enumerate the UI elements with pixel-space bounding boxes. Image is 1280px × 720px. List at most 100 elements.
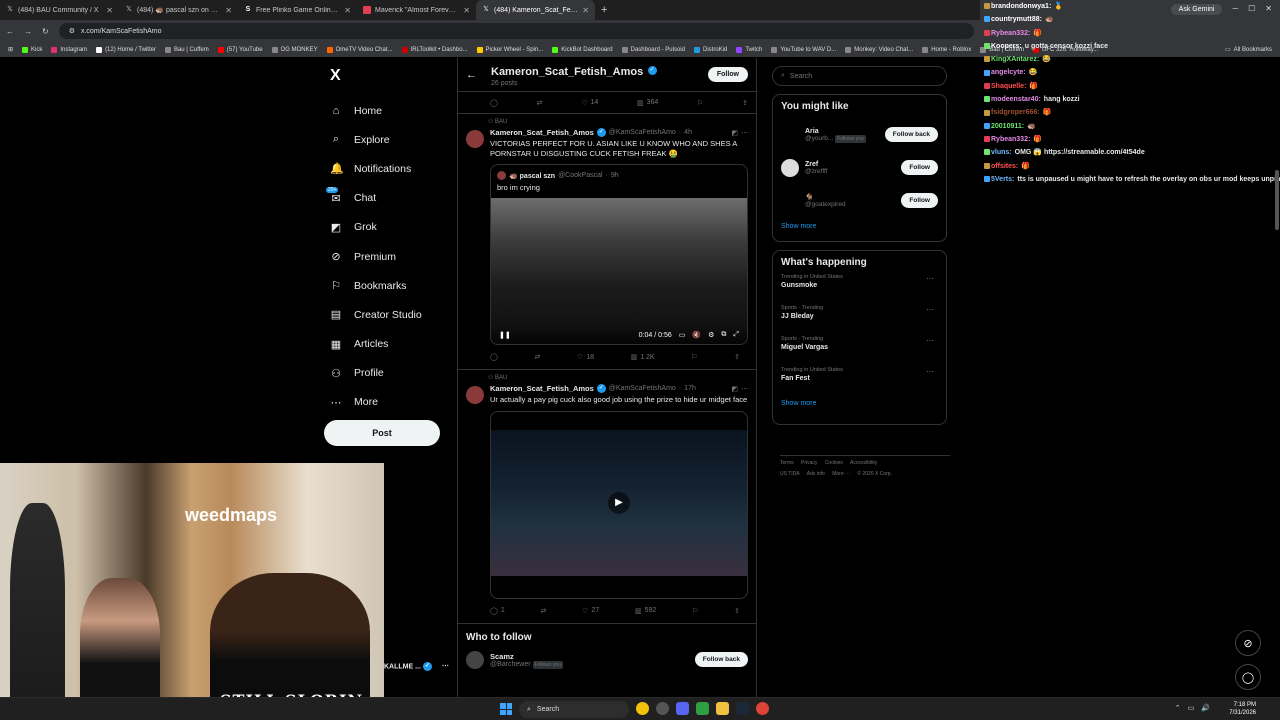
bookmark-item[interactable]: KickBot Dashboard	[552, 46, 613, 53]
url-field[interactable]: ⚙ x.com/KamScaFetishAmo	[58, 23, 974, 39]
bookmark-item[interactable]: Picker Wheel - Spin...	[476, 46, 543, 53]
more-options-icon[interactable]: ⋯	[926, 336, 934, 345]
forward-icon[interactable]: →	[24, 27, 32, 36]
reply-icon[interactable]: ◯	[490, 353, 498, 361]
show-more-link[interactable]: Show more	[781, 400, 938, 407]
footer-link[interactable]: More ···	[832, 471, 850, 477]
site-info-icon[interactable]: ⚙	[69, 27, 75, 35]
apps-icon[interactable]: ⊞	[8, 46, 13, 53]
trend-item[interactable]: Sports · Trending JJ Bleday ⋯	[781, 305, 938, 336]
post-button[interactable]: Post	[324, 420, 440, 446]
tab-pascal[interactable]: 𝕏(484) 🦔 pascal szn on X: "bro✕	[119, 0, 238, 20]
footer-link[interactable]: Ads info	[807, 471, 825, 477]
tab-maverick[interactable]: Maverick "Almost Forever" Ep ✕	[357, 0, 476, 20]
nav-explore[interactable]: ⌕ Explore	[330, 125, 470, 154]
share-icon[interactable]: ⇪	[742, 99, 748, 107]
windows-start-icon[interactable]	[500, 703, 512, 715]
account-switcher[interactable]: KALLME ... ✓ ⋯	[384, 662, 449, 671]
grok-icon[interactable]: ◩	[731, 129, 738, 137]
nav-articles[interactable]: ▦ Articles	[330, 330, 470, 359]
bookmark-icon[interactable]: ⚐	[697, 99, 703, 107]
avatar[interactable]	[781, 125, 799, 144]
nav-grok[interactable]: ◩ Grok	[330, 213, 470, 242]
close-icon[interactable]: ✕	[344, 6, 351, 15]
taskbar-search[interactable]: ⌕ Search	[519, 701, 629, 718]
nav-chat[interactable]: ✉ Chat 20+	[326, 184, 470, 213]
chevron-up-icon[interactable]: ⌃	[1175, 704, 1181, 712]
discord-icon[interactable]	[676, 702, 689, 715]
follow-button[interactable]: Follow	[901, 160, 938, 175]
trend-item[interactable]: Trending in United States Gunsmoke ⋯	[781, 274, 938, 305]
avatar[interactable]	[781, 191, 799, 210]
settings-icon[interactable]: ⚙	[708, 331, 714, 339]
bookmark-item[interactable]: Kick	[22, 46, 42, 53]
bookmark-item[interactable]: OmeTV Video Chat...	[326, 46, 393, 53]
bookmark-item[interactable]: IRLToolkit • Dashbo...	[401, 46, 468, 53]
video-player[interactable]: ▶	[491, 429, 747, 576]
app-icon[interactable]	[696, 702, 709, 715]
author-name[interactable]: Kameron_Scat_Fetish_Amos	[490, 384, 594, 393]
tab-kameron[interactable]: 𝕏(484) Kameron_Scat_Fetish_Amo✕	[476, 0, 595, 20]
pause-icon[interactable]: ❚❚	[499, 331, 511, 339]
quoted-tweet[interactable]: 🦔 pascal szn @CookPascal · 9h bro im cry…	[490, 164, 748, 345]
like-button[interactable]: ♡ 27	[582, 607, 599, 615]
bookmark-icon[interactable]: ⚐	[691, 353, 697, 361]
close-icon[interactable]: ✕	[463, 6, 470, 15]
nav-premium[interactable]: ⊘ Premium	[330, 242, 470, 271]
pip-icon[interactable]: ⧉	[721, 331, 726, 339]
who-to-follow-item[interactable]: Scamz @Barchewer Follows you Follow back	[458, 650, 756, 669]
tab-plinko[interactable]: SFree Plinko Game Online - Play✕	[238, 0, 357, 20]
grok-fab-icon[interactable]: ⊘	[1235, 630, 1261, 656]
mute-icon[interactable]: 🔇	[692, 331, 701, 339]
follow-button[interactable]: Follow	[707, 67, 748, 82]
nav-more[interactable]: ⋯ More	[330, 388, 470, 417]
bookmark-item[interactable]: Dashboard - Pulsoid	[621, 46, 685, 53]
media-container[interactable]: ▶	[490, 410, 748, 599]
views-button[interactable]: ▥ 1.2K	[631, 353, 655, 362]
nav-bookmarks[interactable]: ⚐ Bookmarks	[330, 271, 470, 300]
footer-link[interactable]: US TIDA	[780, 471, 800, 477]
volume-icon[interactable]: 🔊	[1201, 704, 1210, 712]
tweet[interactable]: ⚇ BAU Kameron_Scat_Fetish_Amos ✓ @KamSca…	[458, 370, 756, 624]
back-arrow-icon[interactable]: ←	[466, 69, 477, 81]
more-options-icon[interactable]: ⋯	[926, 274, 934, 283]
views-button[interactable]: ▥ 364	[637, 99, 658, 107]
trend-item[interactable]: Sports · Trending Miguel Vargas ⋯	[781, 336, 938, 367]
suggested-user[interactable]: Zref @zreffff Follow	[781, 151, 938, 184]
back-icon[interactable]: ←	[6, 27, 14, 36]
share-icon[interactable]: ⇪	[734, 353, 740, 361]
more-options-icon[interactable]: ⋯	[926, 305, 934, 314]
messages-fab-icon[interactable]: ◯	[1235, 664, 1261, 690]
share-icon[interactable]: ⇪	[734, 607, 740, 615]
footer-link[interactable]: Terms	[780, 460, 794, 466]
bookmark-item[interactable]: DistroKid	[693, 46, 727, 53]
footer-link[interactable]: Privacy	[801, 460, 817, 466]
scrollbar-thumb[interactable]	[1275, 170, 1279, 230]
reply-button[interactable]: ◯ 1	[490, 607, 505, 615]
video-player[interactable]: ❚❚ 0:04 / 0:56 ▭ 🔇 ⚙ ⧉ ⤢	[491, 198, 747, 344]
bookmark-item[interactable]: (12) Home / Twitter	[96, 46, 156, 53]
bookmark-item[interactable]: Instagram	[51, 46, 87, 53]
new-tab-button[interactable]: +	[595, 4, 613, 16]
search-input[interactable]: ⌕ Search	[772, 66, 947, 86]
fullscreen-icon[interactable]: ⤢	[733, 331, 739, 339]
suggested-user[interactable]: 🐐 @goatexpired Follow	[781, 184, 938, 217]
more-options-icon[interactable]: ⋯	[926, 367, 934, 376]
tab-bau-community[interactable]: 𝕏 (484) BAU Community / X ✕	[0, 0, 119, 20]
bookmark-item[interactable]: OG MONKEY	[271, 46, 318, 53]
like-button[interactable]: ♡ 18	[577, 353, 594, 362]
bookmark-item[interactable]: YouTube to WAV D...	[771, 46, 836, 53]
retweet-icon[interactable]: ⇄	[534, 353, 540, 361]
bookmark-item[interactable]: Monkey: Video Chat...	[845, 46, 913, 53]
follow-button[interactable]: Follow	[901, 193, 938, 208]
avatar[interactable]	[466, 650, 484, 669]
bookmark-item[interactable]: Bau | Cuffem	[164, 46, 209, 53]
bookmark-item[interactable]: (57) YouTube	[217, 46, 263, 53]
x-logo[interactable]: X	[330, 67, 341, 85]
folder-icon[interactable]	[716, 702, 729, 715]
play-icon[interactable]: ▶	[608, 491, 630, 514]
retweet-icon[interactable]: ⇄	[537, 99, 543, 107]
captions-icon[interactable]: ▭	[679, 331, 686, 339]
browser-icon[interactable]	[756, 702, 769, 715]
steam-icon[interactable]	[736, 702, 749, 715]
